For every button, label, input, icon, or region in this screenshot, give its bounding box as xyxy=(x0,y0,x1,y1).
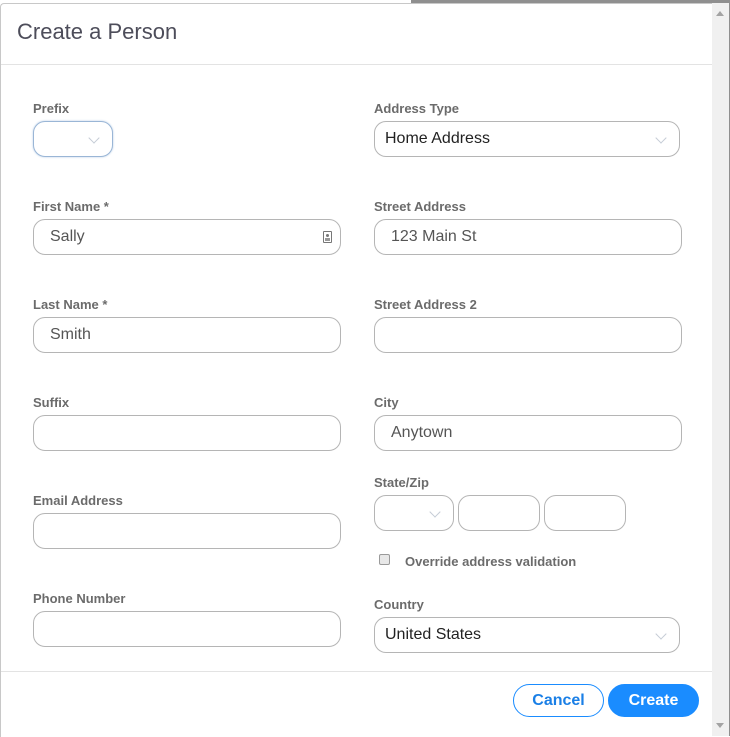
country-select[interactable]: United States xyxy=(374,617,680,653)
email-label: Email Address xyxy=(33,493,123,508)
phone-input[interactable] xyxy=(33,611,341,647)
street-address-input[interactable]: 123 Main St xyxy=(374,219,682,255)
city-label: City xyxy=(374,395,399,410)
override-validation-label[interactable]: Override address validation xyxy=(405,554,576,569)
email-input[interactable] xyxy=(33,513,341,549)
override-validation-checkbox[interactable] xyxy=(379,554,390,565)
last-name-label: Last Name * xyxy=(33,297,108,312)
state-select[interactable] xyxy=(374,495,454,531)
dialog-title: Create a Person xyxy=(17,19,178,44)
suffix-label: Suffix xyxy=(33,395,70,410)
first-name-label: First Name * xyxy=(33,199,109,214)
footer-divider xyxy=(1,671,713,672)
suffix-input[interactable] xyxy=(33,415,341,451)
zip4-input[interactable] xyxy=(544,495,626,531)
address-type-select[interactable]: Home Address xyxy=(374,121,680,157)
prefix-select[interactable] xyxy=(33,121,113,157)
chevron-down-icon xyxy=(88,132,100,144)
first-name-input[interactable]: Sally xyxy=(33,219,341,255)
street-address-2-input[interactable] xyxy=(374,317,682,353)
phone-label: Phone Number xyxy=(33,591,126,606)
chevron-down-icon xyxy=(655,132,667,144)
address-type-label: Address Type xyxy=(374,101,460,116)
create-button[interactable]: Create xyxy=(608,684,699,717)
scroll-up-icon[interactable] xyxy=(716,11,724,16)
dialog-header: Create a Person xyxy=(1,4,713,65)
chevron-down-icon xyxy=(655,628,667,640)
chevron-down-icon xyxy=(429,506,441,518)
street-address-2-label: Street Address 2 xyxy=(374,297,477,312)
country-label: Country xyxy=(374,597,424,612)
cancel-button[interactable]: Cancel xyxy=(513,684,604,717)
state-zip-label: State/Zip xyxy=(374,475,429,490)
street-address-label: Street Address xyxy=(374,199,466,214)
zip-input[interactable] xyxy=(458,495,540,531)
scroll-down-icon[interactable] xyxy=(716,723,724,728)
last-name-input[interactable]: Smith xyxy=(33,317,341,353)
create-person-dialog: Create a Person Prefix First Name * Sall… xyxy=(0,3,713,737)
city-input[interactable]: Anytown xyxy=(374,415,682,451)
prefix-label: Prefix xyxy=(33,101,70,116)
vertical-scrollbar[interactable] xyxy=(712,3,729,736)
contact-card-icon[interactable] xyxy=(323,231,332,243)
